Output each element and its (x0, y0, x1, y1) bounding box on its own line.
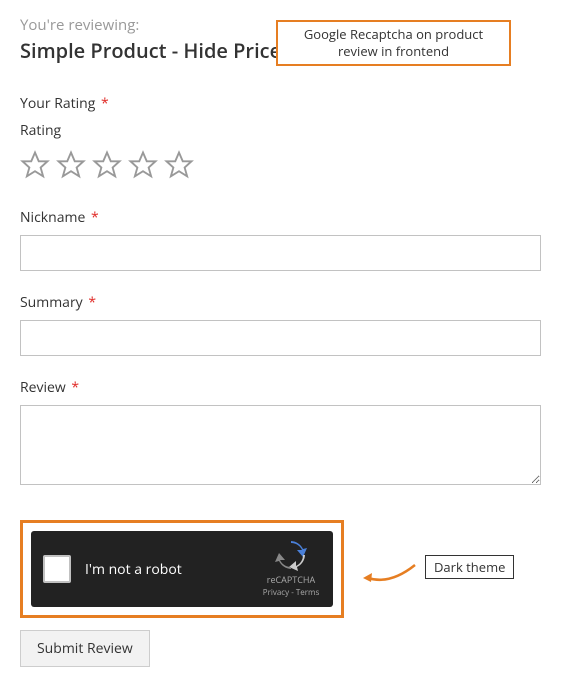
star-5[interactable] (164, 150, 194, 180)
summary-input[interactable] (20, 320, 541, 356)
required-indicator: * (71, 378, 79, 397)
review-label-text: Review (20, 378, 66, 397)
nickname-label: Nickname * (20, 208, 541, 227)
review-label: Review * (20, 378, 541, 397)
recaptcha-icon (275, 539, 307, 571)
rating-label-text: Your Rating (20, 94, 95, 113)
nickname-label-text: Nickname (20, 208, 85, 227)
annotation-arrow-icon (360, 560, 420, 590)
recaptcha-annotation-border: I'm not a robot reCAPTCHA Privacy - Term… (20, 520, 344, 618)
star-4[interactable] (128, 150, 158, 180)
annotation-dark-theme: Dark theme (425, 555, 514, 579)
nickname-input[interactable] (20, 235, 541, 271)
required-indicator: * (101, 94, 109, 113)
recaptcha-section: I'm not a robot reCAPTCHA Privacy - Term… (20, 520, 541, 618)
summary-label-text: Summary (20, 293, 83, 312)
star-3[interactable] (92, 150, 122, 180)
recaptcha-text: I'm not a robot (85, 560, 182, 579)
recaptcha-widget: I'm not a robot reCAPTCHA Privacy - Term… (31, 531, 333, 607)
annotation-top: Google Recaptcha on product review in fr… (276, 20, 511, 66)
summary-field: Summary * (20, 293, 541, 356)
rating-sublabel: Rating (20, 121, 541, 140)
review-form-container: Google Recaptcha on product review in fr… (20, 15, 541, 667)
recaptcha-brand: reCAPTCHA (261, 573, 321, 586)
review-textarea[interactable] (20, 405, 541, 485)
required-indicator: * (88, 293, 96, 312)
rating-label: Your Rating * (20, 94, 541, 113)
recaptcha-links[interactable]: Privacy - Terms (261, 587, 321, 598)
recaptcha-checkbox[interactable] (43, 555, 71, 583)
star-1[interactable] (20, 150, 50, 180)
recaptcha-logo-area: reCAPTCHA Privacy - Terms (261, 539, 321, 598)
star-2[interactable] (56, 150, 86, 180)
summary-label: Summary * (20, 293, 541, 312)
review-field: Review * (20, 378, 541, 490)
nickname-field: Nickname * (20, 208, 541, 271)
submit-review-button[interactable]: Submit Review (20, 630, 150, 667)
required-indicator: * (91, 208, 99, 227)
star-rating-group (20, 150, 541, 180)
rating-field: Your Rating * Rating (20, 94, 541, 180)
